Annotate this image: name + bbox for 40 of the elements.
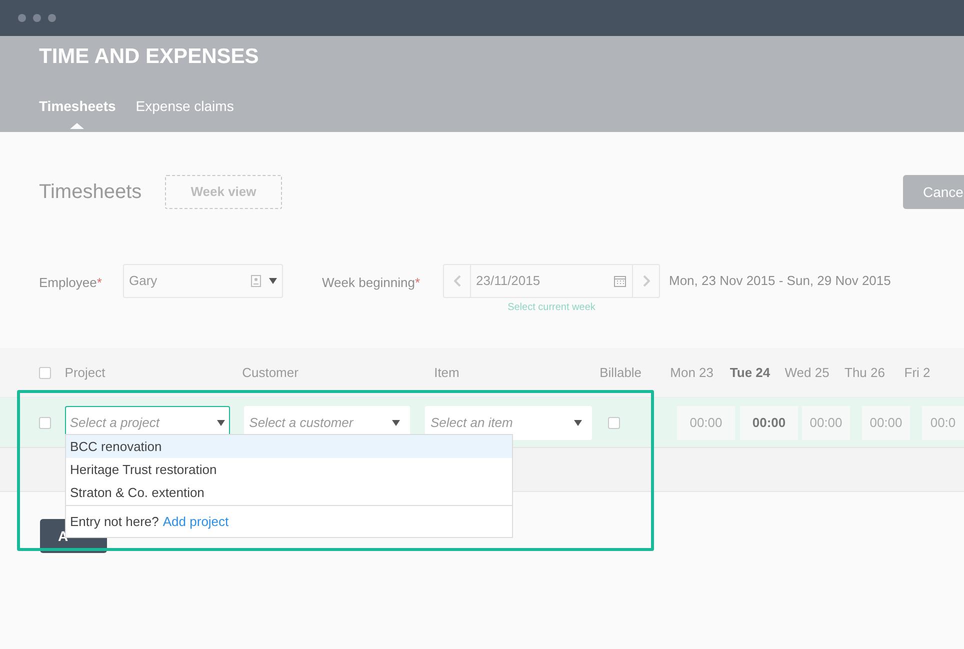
- dropdown-option[interactable]: BCC renovation: [66, 435, 512, 458]
- week-view-button[interactable]: Week view: [165, 175, 282, 209]
- time-input[interactable]: 00:00: [740, 406, 798, 440]
- checkbox[interactable]: [39, 416, 51, 428]
- dropdown-option[interactable]: Straton & Co. extention: [66, 481, 512, 504]
- date-picker[interactable]: 23/11/2015: [443, 264, 660, 298]
- day-header: Fri 2: [904, 364, 932, 382]
- field-label: Employee*: [39, 274, 103, 292]
- time-input[interactable]: 00:0: [922, 406, 964, 440]
- column-header: Project: [64, 364, 106, 382]
- select-current-week-link[interactable]: Select current week: [508, 300, 596, 315]
- week-range: Mon, 23 Nov 2015 - Sun, 29 Nov 2015: [669, 272, 891, 290]
- employee-select[interactable]: Gary: [123, 264, 283, 298]
- caret-icon: [574, 420, 582, 426]
- tab[interactable]: Expense claims: [136, 96, 234, 129]
- day-header: Tue 24: [730, 364, 772, 382]
- tab[interactable]: Timesheets: [39, 96, 116, 129]
- column-header: Customer: [242, 364, 300, 382]
- checkbox[interactable]: [608, 416, 620, 428]
- calendar-icon[interactable]: [614, 275, 626, 287]
- time-input[interactable]: 00:00: [677, 406, 735, 440]
- column-header: Item: [434, 364, 460, 382]
- day-header: Wed 25: [784, 364, 830, 382]
- day-header: Mon 23: [670, 364, 715, 382]
- item-select[interactable]: Select an item: [425, 406, 592, 440]
- page-title: Timesheets: [39, 180, 143, 205]
- caret-icon: [217, 420, 226, 426]
- app-title: TIME AND EXPENSES: [39, 44, 260, 70]
- column-header: Billable: [600, 364, 643, 382]
- contact-card-icon: [251, 275, 261, 287]
- time-input[interactable]: 00:00: [802, 406, 850, 440]
- caret-icon: [269, 278, 277, 284]
- cancel-button[interactable]: Cance: [903, 175, 964, 209]
- checkbox[interactable]: [39, 366, 51, 378]
- footer-text: Entry not here?: [70, 512, 159, 531]
- time-input[interactable]: 00:00: [862, 406, 910, 440]
- day-header: Thu 26: [844, 364, 886, 382]
- add-project-link[interactable]: Add project: [162, 512, 229, 532]
- caret-icon: [392, 420, 400, 426]
- field-label: Week beginning*: [322, 274, 422, 292]
